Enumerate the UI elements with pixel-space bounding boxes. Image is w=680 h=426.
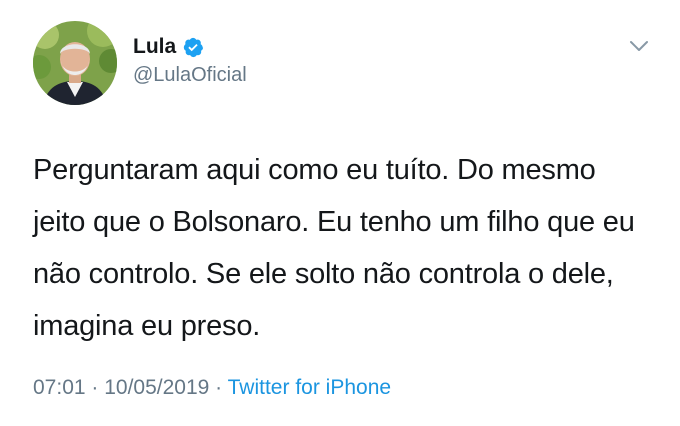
- profile-photo-icon: [33, 21, 117, 105]
- meta-separator: ·: [85, 376, 105, 399]
- author-handle[interactable]: @LulaOficial: [133, 62, 247, 88]
- meta-separator: ·: [209, 376, 228, 399]
- tweet-card: Lula @LulaOficial Perguntaram aqui como …: [0, 0, 680, 426]
- author-name-row: Lula: [133, 34, 204, 60]
- tweet-text: Perguntaram aqui como eu tuíto. Do mesmo…: [33, 154, 635, 342]
- tweet-date[interactable]: 10/05/2019: [104, 376, 209, 399]
- tweet-meta: 07:01 · 10/05/2019 · Twitter for iPhone: [33, 374, 391, 402]
- avatar[interactable]: [33, 21, 117, 105]
- author-display-name[interactable]: Lula: [133, 34, 176, 60]
- chevron-down-icon[interactable]: [628, 37, 650, 55]
- verified-badge-icon: [182, 36, 204, 58]
- tweet-source-link[interactable]: Twitter for iPhone: [228, 376, 391, 399]
- tweet-time[interactable]: 07:01: [33, 376, 86, 399]
